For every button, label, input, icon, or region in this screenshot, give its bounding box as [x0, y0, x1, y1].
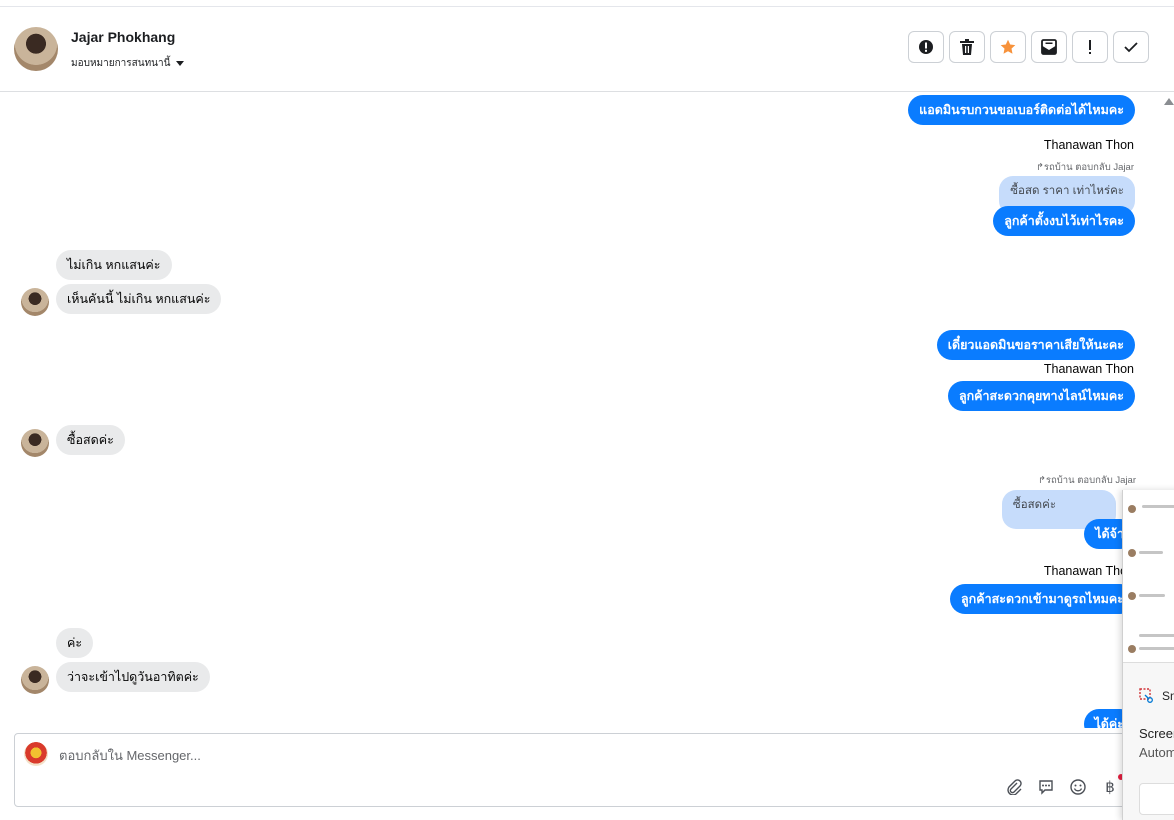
message-outgoing[interactable]: เดี๋ยวแอดมินขอราคาเสียให้นะคะ	[936, 330, 1135, 360]
avatar	[21, 666, 49, 694]
message-thread[interactable]: แอดมินรบกวนขอเบอร์ติดต่อได้ไหมคะ Thanawa…	[0, 92, 1160, 728]
page-avatar	[24, 742, 48, 766]
baht-icon: ฿	[1105, 779, 1115, 796]
message-outgoing[interactable]: ลูกค้าตั้งงบไว้เท่าไรคะ	[993, 206, 1135, 236]
exclamation-icon	[1089, 40, 1091, 54]
follow-up-button[interactable]	[1072, 31, 1108, 63]
thumb-line	[1139, 594, 1165, 597]
check-icon	[1124, 42, 1138, 53]
scroll-up-arrow-icon[interactable]	[1164, 98, 1174, 105]
thumb-avatar	[1128, 645, 1136, 653]
message-outgoing[interactable]: แอดมินรบกวนขอเบอร์ติดต่อได้ไหมคะ	[908, 95, 1135, 125]
thumb-line	[1139, 551, 1163, 554]
thumb-line	[1139, 647, 1174, 650]
reply-note: ↱รถบ้าน ตอบกลับ Jajar	[1035, 162, 1134, 173]
saved-reply-icon	[1039, 780, 1053, 795]
sender-name: Thanawan Thon	[1043, 138, 1134, 152]
reply-composer: ฿	[14, 733, 1134, 807]
saved-reply-button[interactable]	[1037, 778, 1055, 796]
star-button[interactable]	[990, 31, 1026, 63]
emoji-button[interactable]	[1069, 778, 1087, 796]
conversation-header: Jajar Phokhang มอบหมายการสนทนานี้	[0, 7, 1174, 92]
message-incoming[interactable]: ว่าจะเข้าไปดูวันอาทิตค่ะ	[56, 662, 210, 692]
composer-tools: ฿	[1005, 778, 1119, 796]
message-outgoing[interactable]: ลูกค้าสะดวกเข้ามาดูรถไหมคะ	[950, 584, 1135, 614]
emoji-icon	[1070, 779, 1086, 795]
snipping-tool-icon	[1139, 688, 1153, 703]
message-outgoing[interactable]: ลูกค้าสะดวกคุยทางไลน์ไหมคะ	[947, 381, 1135, 411]
attach-button[interactable]	[1005, 778, 1023, 796]
avatar	[21, 429, 49, 457]
screenshot-thumbnail[interactable]	[1123, 490, 1174, 663]
assign-dropdown[interactable]: มอบหมายการสนทนานี้	[71, 56, 185, 71]
snip-subtitle: Autom	[1139, 745, 1174, 760]
thumb-avatar	[1128, 505, 1136, 513]
mark-done-button[interactable]	[1113, 31, 1149, 63]
header-actions	[908, 31, 1149, 63]
thumb-line	[1142, 505, 1174, 508]
reply-input[interactable]	[59, 748, 959, 763]
paperclip-icon	[1007, 779, 1022, 795]
alert-circle-icon	[919, 40, 933, 54]
sender-name: Thanawan Thon	[1043, 362, 1134, 376]
thumb-avatar	[1128, 549, 1136, 557]
reply-note-text: รถบ้าน ตอบกลับ Jajar	[1045, 475, 1136, 486]
thumb-line	[1139, 634, 1174, 637]
mark-unread-icon	[1041, 39, 1057, 55]
top-border	[0, 0, 1174, 7]
spam-button[interactable]	[908, 31, 944, 63]
avatar	[21, 288, 49, 316]
snip-notification-panel[interactable]: Sn Screen Autom	[1122, 490, 1174, 820]
delete-button[interactable]	[949, 31, 985, 63]
message-incoming[interactable]: เห็นคันนี้ ไม่เกิน หกแสนค่ะ	[56, 284, 222, 314]
message-incoming[interactable]: ซื้อสดค่ะ	[56, 425, 125, 455]
message-incoming[interactable]: ไม่เกิน หกแสนค่ะ	[56, 250, 172, 280]
assign-label: มอบหมายการสนทนานี้	[71, 58, 171, 69]
reply-note: ↱รถบ้าน ตอบกลับ Jajar	[1037, 475, 1136, 486]
snip-title: Screen	[1139, 726, 1174, 741]
reply-note-text: รถบ้าน ตอบกลับ Jajar	[1043, 162, 1134, 173]
contact-name[interactable]: Jajar Phokhang	[71, 29, 175, 45]
caret-down-icon	[176, 61, 185, 66]
star-icon	[1000, 39, 1016, 54]
payment-button[interactable]: ฿	[1101, 778, 1119, 796]
message-incoming[interactable]: ค่ะ	[56, 628, 94, 658]
thumb-avatar	[1128, 592, 1136, 600]
sender-name: Thanawan Thon	[1043, 564, 1134, 578]
snip-app-name: Sn	[1162, 689, 1174, 703]
avatar[interactable]	[14, 27, 58, 71]
trash-icon	[960, 39, 974, 55]
snip-action-button[interactable]	[1139, 783, 1174, 815]
mark-unread-button[interactable]	[1031, 31, 1067, 63]
